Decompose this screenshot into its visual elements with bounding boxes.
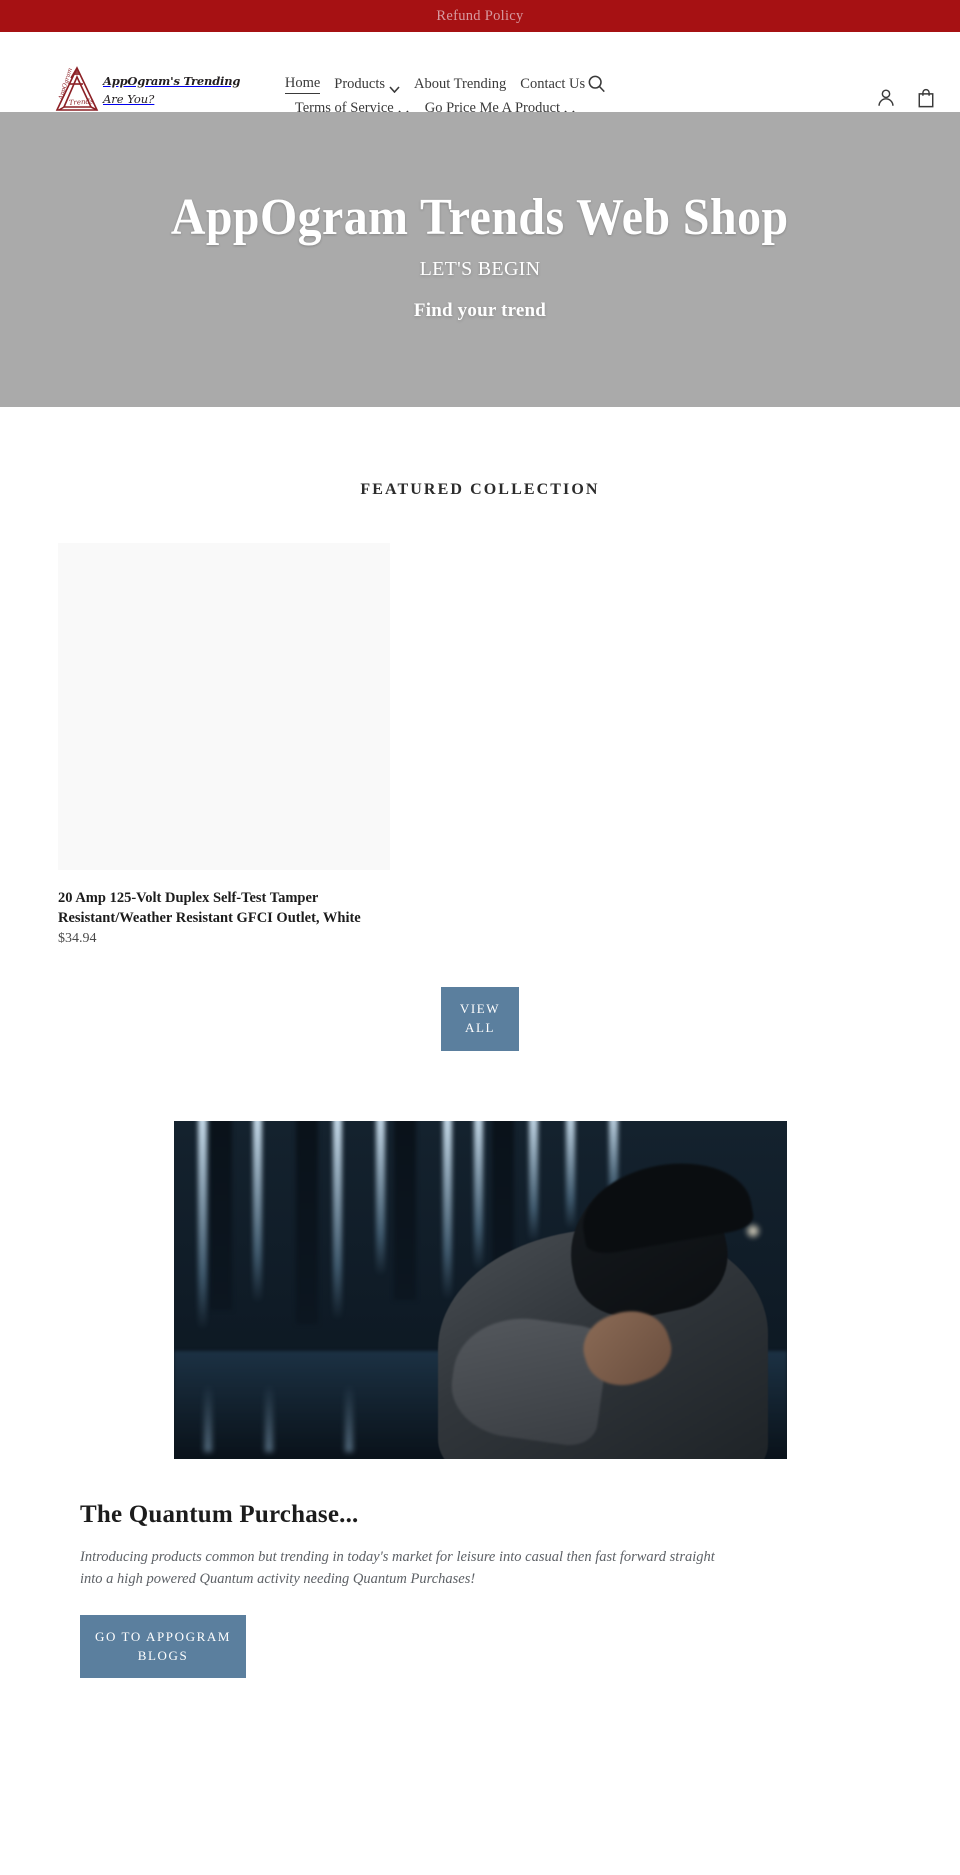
cart-icon: [916, 88, 936, 113]
site-header: Trends AppOgram AppOgram's Trending Are …: [0, 32, 960, 117]
photo-floor-glow: [204, 1384, 213, 1453]
cart-button[interactable]: [916, 87, 938, 111]
hero-subtitle: LET'S BEGIN: [419, 258, 541, 281]
photo-neon-light: [529, 1120, 539, 1243]
go-to-appogram-blogs-button[interactable]: GO TO APPOGRAM BLOGS: [80, 1614, 246, 1679]
photo-neon-light: [565, 1120, 575, 1229]
penrose-triangle-logo-icon: Trends AppOgram: [53, 64, 101, 116]
chevron-down-icon: [398, 105, 409, 117]
hero-banner: AppOgram Trends Web Shop LET'S BEGIN Fin…: [0, 112, 960, 407]
photo-floor-glow: [345, 1384, 354, 1453]
account-icon: [876, 89, 896, 113]
photo-pillar: [296, 1120, 319, 1324]
product-image-placeholder: [58, 543, 390, 870]
search-button[interactable]: [586, 74, 608, 96]
header-actions: [876, 87, 938, 111]
feature-button-wrapper: GO TO APPOGRAM BLOGS: [80, 1614, 880, 1679]
nav-item-contact-us[interactable]: Contact Us: [520, 76, 585, 93]
nav-item-about-trending[interactable]: About Trending: [414, 76, 506, 93]
nav-row-primary: Home Products About Trending Contact Us: [255, 72, 615, 96]
photo-pillar: [394, 1120, 417, 1300]
logo-line-2: Are You?: [103, 92, 155, 106]
nav-item-home-label: Home: [284, 74, 321, 91]
photo-pillar: [210, 1120, 233, 1311]
photo-neon-light: [443, 1120, 453, 1300]
feature-body-text: Introducing products common but trending…: [80, 1548, 715, 1588]
featured-collection-title: FEATURED COLLECTION: [360, 481, 600, 498]
nav-item-home[interactable]: Home: [284, 74, 321, 94]
photo-neon-light: [198, 1120, 208, 1331]
feature-heading: The Quantum Purchase...: [80, 1500, 359, 1528]
chevron-down-icon: [564, 105, 575, 117]
chevron-down-icon: [389, 81, 400, 93]
account-button[interactable]: [876, 87, 898, 111]
logo-line-1: AppOgram's Trending: [103, 73, 241, 88]
view-all-wrapper: VIEW ALL: [0, 987, 960, 1051]
logo-wordmark: AppOgram's Trending Are You?: [103, 72, 240, 109]
announcement-refund-policy-link[interactable]: Refund Policy: [436, 8, 523, 25]
photo-neon-light: [253, 1120, 263, 1304]
feature-image: [173, 1120, 787, 1459]
nav-item-products-label: Products: [334, 75, 386, 92]
nav-item-products[interactable]: Products: [334, 76, 400, 93]
product-card[interactable]: 20 Amp 125-Volt Duplex Self-Test Tamper …: [58, 543, 390, 947]
photo-floor-glow: [265, 1384, 274, 1453]
nav-item-contact-label: Contact Us: [520, 75, 586, 92]
nav-item-about-label: About Trending: [414, 75, 507, 92]
product-price: $34.94: [58, 931, 97, 947]
feature-blog-section: The Quantum Purchase... Introducing prod…: [0, 1051, 960, 1679]
product-title: 20 Amp 125-Volt Duplex Self-Test Tamper …: [58, 890, 361, 926]
photo-neon-light: [473, 1120, 483, 1270]
view-all-button[interactable]: VIEW ALL: [441, 987, 519, 1051]
hero-title: AppOgram Trends Web Shop: [171, 189, 789, 246]
hero-cta-text: Find your trend: [413, 300, 547, 322]
feature-text-block: The Quantum Purchase... Introducing prod…: [0, 1501, 960, 1679]
photo-neon-light: [375, 1120, 385, 1277]
photo-neon-light: [332, 1120, 342, 1321]
site-logo[interactable]: Trends AppOgram AppOgram's Trending Are …: [53, 64, 240, 116]
product-grid: 20 Amp 125-Volt Duplex Self-Test Tamper …: [0, 543, 960, 947]
featured-collection-section: FEATURED COLLECTION 20 Amp 125-Volt Dupl…: [0, 407, 960, 1051]
announcement-bar: Refund Policy: [0, 0, 960, 32]
search-icon: [587, 75, 607, 97]
